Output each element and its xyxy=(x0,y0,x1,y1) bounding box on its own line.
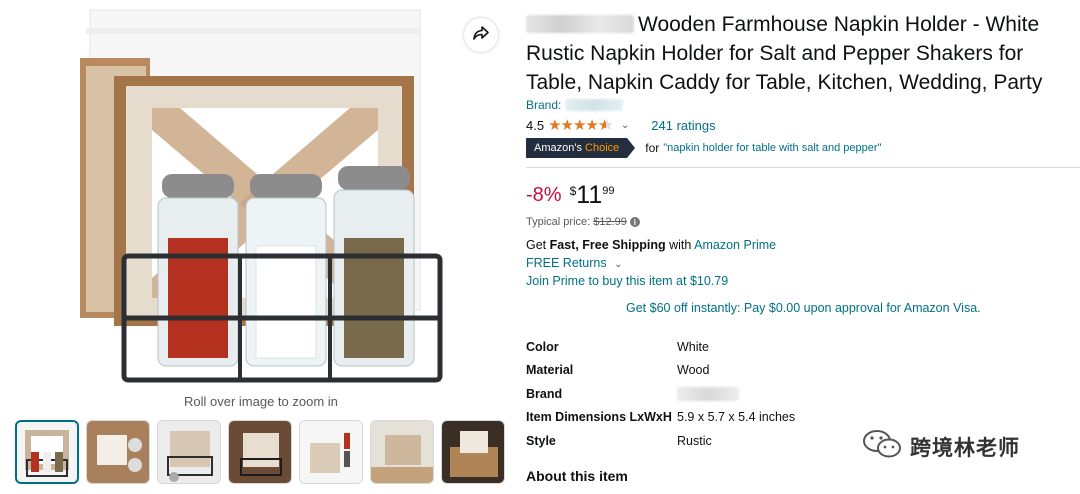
typical-price-value: $12.99 xyxy=(593,216,627,228)
thumbnail-6[interactable] xyxy=(370,420,434,484)
amazon-prime-link[interactable]: Amazon Prime xyxy=(694,238,776,252)
price-whole: 11 xyxy=(576,181,603,209)
share-icon xyxy=(472,24,490,47)
about-this-item-heading: About this item xyxy=(526,468,628,484)
shipping-line: Get Fast, Free Shipping with Amazon Prim… xyxy=(526,238,777,252)
thumbnail-7[interactable] xyxy=(441,420,505,484)
info-icon[interactable]: i xyxy=(629,217,640,227)
brand-name-redacted xyxy=(526,15,634,33)
spec-row-dimensions: Item Dimensions LxWxH 5.9 x 5.7 x 5.4 in… xyxy=(526,410,796,425)
brand-label: Brand: xyxy=(526,98,562,112)
typical-price: Typical price: $12.99 i xyxy=(526,216,640,228)
chevron-down-icon[interactable]: ⌄ xyxy=(621,120,629,131)
badge-for-text: for xyxy=(645,141,660,155)
spec-row-brand: Brand xyxy=(526,382,795,406)
price-fraction: 99 xyxy=(602,185,615,197)
thumbnail-3[interactable] xyxy=(157,420,221,484)
chevron-down-icon: ⌄ xyxy=(614,259,623,270)
amazons-choice-row: Amazon's Choice for "napkin holder for t… xyxy=(526,138,881,158)
thumbnail-4[interactable] xyxy=(228,420,292,484)
wechat-icon xyxy=(862,428,902,465)
zoom-hint: Roll over image to zoom in xyxy=(184,394,338,409)
join-prime-link[interactable]: Join Prime to buy this item at $10.79 xyxy=(526,274,728,288)
badge-tail xyxy=(627,138,636,158)
thumbnail-5[interactable] xyxy=(299,420,363,484)
brand-value-redacted xyxy=(677,386,739,401)
product-specs-table: Color White Material Wood Brand Item Dim… xyxy=(526,335,795,453)
brand-link[interactable]: Brand: xyxy=(526,98,624,112)
share-button[interactable] xyxy=(464,18,498,52)
rating-row: 4.5 ★★★★★★ ⌄ 241 ratings xyxy=(526,116,716,134)
free-returns-link[interactable]: FREE Returns ⌄ xyxy=(526,256,622,270)
discount-percent: -8% xyxy=(526,184,562,206)
product-title: Wooden Farmhouse Napkin Holder - White R… xyxy=(526,13,1043,94)
ratings-count-link[interactable]: 241 ratings xyxy=(651,118,715,133)
amazons-choice-badge[interactable]: Amazon's Choice xyxy=(526,138,628,158)
main-product-image[interactable] xyxy=(80,8,460,390)
spec-row-style: Style Rustic xyxy=(526,433,712,448)
spec-row-color: Color White xyxy=(526,339,709,354)
price-block: -8% $ 11 99 xyxy=(526,180,614,210)
badge-query-link[interactable]: "napkin holder for table with salt and p… xyxy=(663,142,881,154)
spec-row-material: Material Wood xyxy=(526,363,710,378)
thumbnail-1[interactable] xyxy=(15,420,79,484)
thumbnail-strip xyxy=(15,420,505,484)
price-currency: $ xyxy=(569,184,577,198)
rating-value: 4.5 xyxy=(526,117,545,133)
visa-offer-link[interactable]: Get $60 off instantly: Pay $0.00 upon ap… xyxy=(626,301,981,315)
watermark: 跨境林老师 xyxy=(862,428,1020,465)
thumbnail-2[interactable] xyxy=(86,420,150,484)
star-rating-icon[interactable]: ★★★★★★ xyxy=(548,116,613,134)
brand-value-redacted xyxy=(565,99,624,111)
divider xyxy=(526,167,1080,168)
